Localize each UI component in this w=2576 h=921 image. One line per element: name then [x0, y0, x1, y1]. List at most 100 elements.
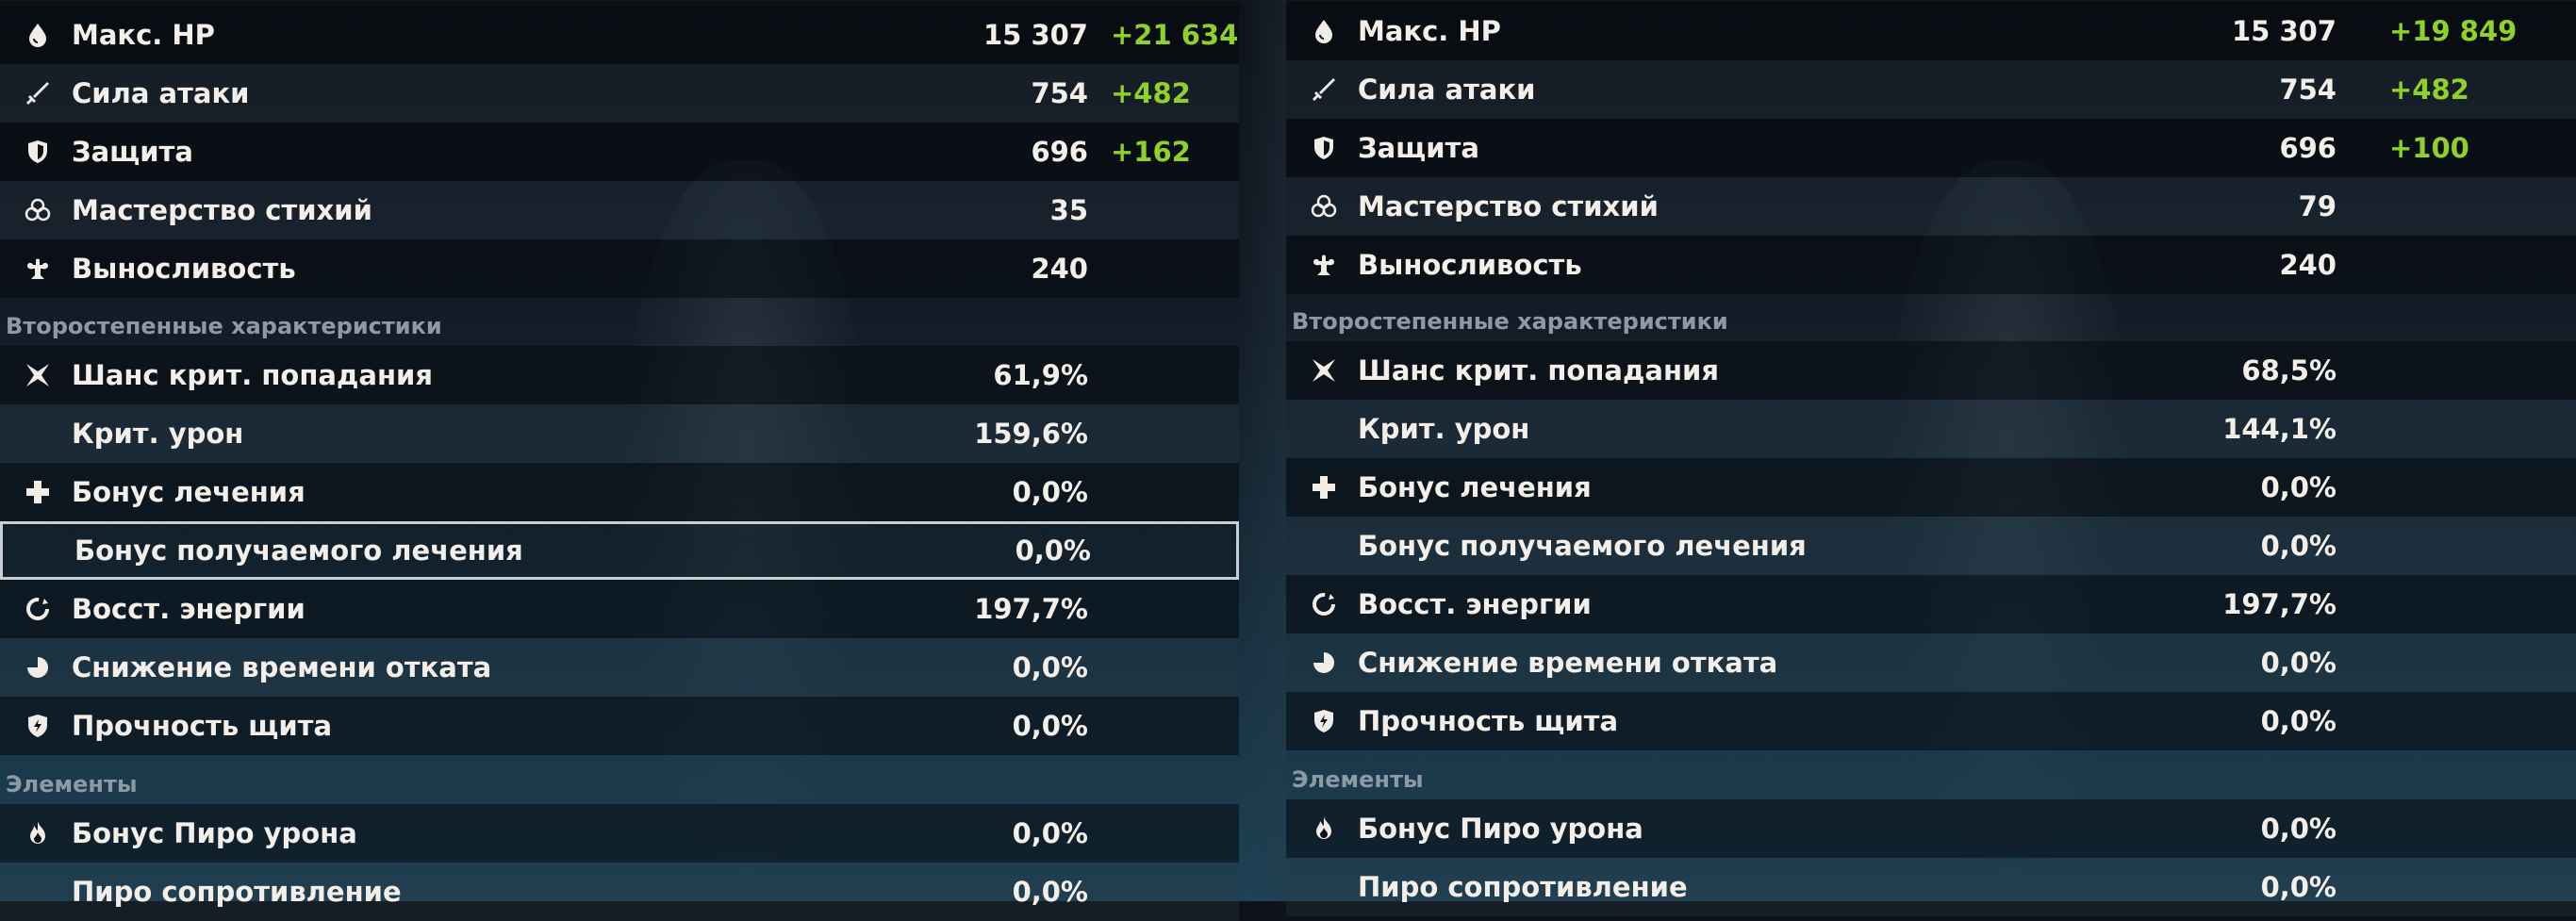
- healing-cross-icon: [19, 473, 57, 511]
- stat-row-shield-strength[interactable]: Прочность щита 0,0%: [0, 697, 1239, 755]
- stat-row-pyro-resistance[interactable]: Пиро сопротивление 0,0%: [0, 863, 1239, 921]
- stat-bonus: +21 634: [1111, 19, 1239, 51]
- stat-row-crit-damage[interactable]: Крит. урон 159,6%: [0, 404, 1239, 463]
- stat-row-crit-rate[interactable]: Шанс крит. попадания 61,9%: [0, 346, 1239, 404]
- elemental-mastery-icon: [19, 191, 57, 229]
- stat-value: 15 307: [2232, 15, 2337, 47]
- stat-row-energy-recharge[interactable]: Восст. энергии 197,7%: [0, 580, 1239, 638]
- stat-row-stamina[interactable]: Выносливость 240: [0, 239, 1239, 298]
- crit-star-icon: [1305, 352, 1343, 389]
- stat-value: 0,0%: [1012, 476, 1088, 508]
- stat-row-max-hp[interactable]: Макс. HP 15 307 +19 849: [1286, 2, 2576, 60]
- stat-bonus: +482: [1111, 77, 1191, 109]
- stat-row-crit-rate[interactable]: Шанс крит. попадания 68,5%: [1286, 341, 2576, 400]
- stat-value: 144,1%: [2222, 413, 2337, 445]
- stat-label: Снижение времени отката: [1358, 647, 1778, 679]
- elemental-mastery-icon: [1305, 188, 1343, 225]
- shield-icon: [19, 133, 57, 171]
- cooldown-icon: [19, 649, 57, 686]
- stat-value: 79: [2298, 190, 2337, 222]
- stat-row-cooldown-reduction[interactable]: Снижение времени отката 0,0%: [0, 638, 1239, 697]
- stat-label: Крит. урон: [1358, 413, 1530, 445]
- stat-label: Выносливость: [1358, 249, 1582, 281]
- stat-value: 0,0%: [1012, 817, 1088, 849]
- stat-value: 0,0%: [1015, 535, 1091, 567]
- stat-label: Шанс крит. попадания: [1358, 354, 1719, 386]
- stat-label: Прочность щита: [1358, 705, 1619, 737]
- no-icon: [19, 873, 57, 911]
- no-icon: [1305, 527, 1343, 565]
- stat-bonus: +482: [2389, 74, 2469, 106]
- sword-icon: [1305, 71, 1343, 108]
- stats-panel-left: Макс. HP 15 307 +21 634 Сила атаки 754 +…: [0, 0, 1239, 921]
- stat-row-defense[interactable]: Защита 696 +162: [0, 123, 1239, 181]
- stat-row-crit-damage[interactable]: Крит. урон 144,1%: [1286, 400, 2576, 458]
- stat-label: Бонус Пиро урона: [1358, 813, 1643, 845]
- cooldown-icon: [1305, 644, 1343, 682]
- stat-row-elemental-mastery[interactable]: Мастерство стихий 35: [0, 181, 1239, 239]
- stat-bonus: +100: [2389, 132, 2469, 164]
- stat-row-cooldown-reduction[interactable]: Снижение времени отката 0,0%: [1286, 633, 2576, 692]
- stamina-icon: [1305, 246, 1343, 284]
- stat-value: 15 307: [983, 19, 1088, 51]
- shield-icon: [1305, 129, 1343, 167]
- stat-label: Бонус получаемого лечения: [1358, 530, 1807, 562]
- section-secondary-title: Второстепенные характеристики: [1292, 308, 1728, 335]
- stat-row-defense[interactable]: Защита 696 +100: [1286, 119, 2576, 177]
- hp-drop-icon: [19, 16, 57, 54]
- no-icon: [1305, 868, 1343, 906]
- stat-value: 754: [1031, 77, 1088, 109]
- no-icon: [22, 532, 59, 569]
- energy-recharge-icon: [1305, 585, 1343, 623]
- stat-row-elemental-mastery[interactable]: Мастерство стихий 79: [1286, 177, 2576, 236]
- stat-value: 0,0%: [2260, 813, 2337, 845]
- stat-value: 0,0%: [2260, 530, 2337, 562]
- stats-panel-right: Макс. HP 15 307 +19 849 Сила атаки 754 +…: [1286, 0, 2576, 916]
- stat-row-pyro-resistance[interactable]: Пиро сопротивление 0,0%: [1286, 858, 2576, 916]
- section-elements-title: Элементы: [1292, 766, 1424, 793]
- sword-icon: [19, 74, 57, 112]
- stat-value: 0,0%: [2260, 471, 2337, 503]
- stat-row-shield-strength[interactable]: Прочность щита 0,0%: [1286, 692, 2576, 750]
- stat-value: 696: [2279, 132, 2337, 164]
- stat-row-pyro-bonus[interactable]: Бонус Пиро урона 0,0%: [1286, 799, 2576, 858]
- stat-value: 696: [1031, 136, 1088, 168]
- stamina-icon: [19, 250, 57, 288]
- stat-label: Восст. энергии: [1358, 588, 1592, 620]
- stat-row-pyro-bonus[interactable]: Бонус Пиро урона 0,0%: [0, 804, 1239, 863]
- crit-star-icon: [19, 356, 57, 394]
- stat-value: 61,9%: [993, 359, 1088, 391]
- energy-recharge-icon: [19, 590, 57, 628]
- section-secondary-title: Второстепенные характеристики: [6, 313, 442, 339]
- stat-row-incoming-healing-bonus[interactable]: Бонус получаемого лечения 0,0%: [1286, 517, 2576, 575]
- stat-row-energy-recharge[interactable]: Восст. энергии 197,7%: [1286, 575, 2576, 633]
- stat-value: 0,0%: [1012, 876, 1088, 908]
- stat-value: 197,7%: [974, 593, 1088, 625]
- stat-value: 240: [1031, 253, 1088, 285]
- stat-label: Пиро сопротивление: [1358, 871, 1688, 903]
- stat-row-stamina[interactable]: Выносливость 240: [1286, 236, 2576, 294]
- no-icon: [1305, 410, 1343, 448]
- section-elements-title: Элементы: [6, 771, 138, 798]
- stat-bonus: +162: [1111, 136, 1191, 168]
- stat-value: 754: [2279, 74, 2337, 106]
- stat-value: 197,7%: [2222, 588, 2337, 620]
- stat-bonus: +19 849: [2389, 15, 2518, 47]
- stat-value: 0,0%: [2260, 871, 2337, 903]
- stat-label: Мастерство стихий: [1358, 190, 1659, 222]
- stat-row-attack[interactable]: Сила атаки 754 +482: [0, 64, 1239, 123]
- stat-value: 0,0%: [1012, 651, 1088, 683]
- stat-row-incoming-healing-bonus[interactable]: Бонус получаемого лечения 0,0%: [0, 521, 1239, 580]
- stat-value: 35: [1049, 194, 1088, 226]
- stat-value: 0,0%: [2260, 647, 2337, 679]
- shield-strength-icon: [19, 707, 57, 745]
- stat-label: Бонус лечения: [1358, 471, 1592, 503]
- stat-row-healing-bonus[interactable]: Бонус лечения 0,0%: [0, 463, 1239, 521]
- stat-row-healing-bonus[interactable]: Бонус лечения 0,0%: [1286, 458, 2576, 517]
- stat-row-attack[interactable]: Сила атаки 754 +482: [1286, 60, 2576, 119]
- shield-strength-icon: [1305, 702, 1343, 740]
- hp-drop-icon: [1305, 12, 1343, 50]
- stat-value: 240: [2279, 249, 2337, 281]
- stat-value: 68,5%: [2241, 354, 2337, 386]
- stat-row-max-hp[interactable]: Макс. HP 15 307 +21 634: [0, 6, 1239, 64]
